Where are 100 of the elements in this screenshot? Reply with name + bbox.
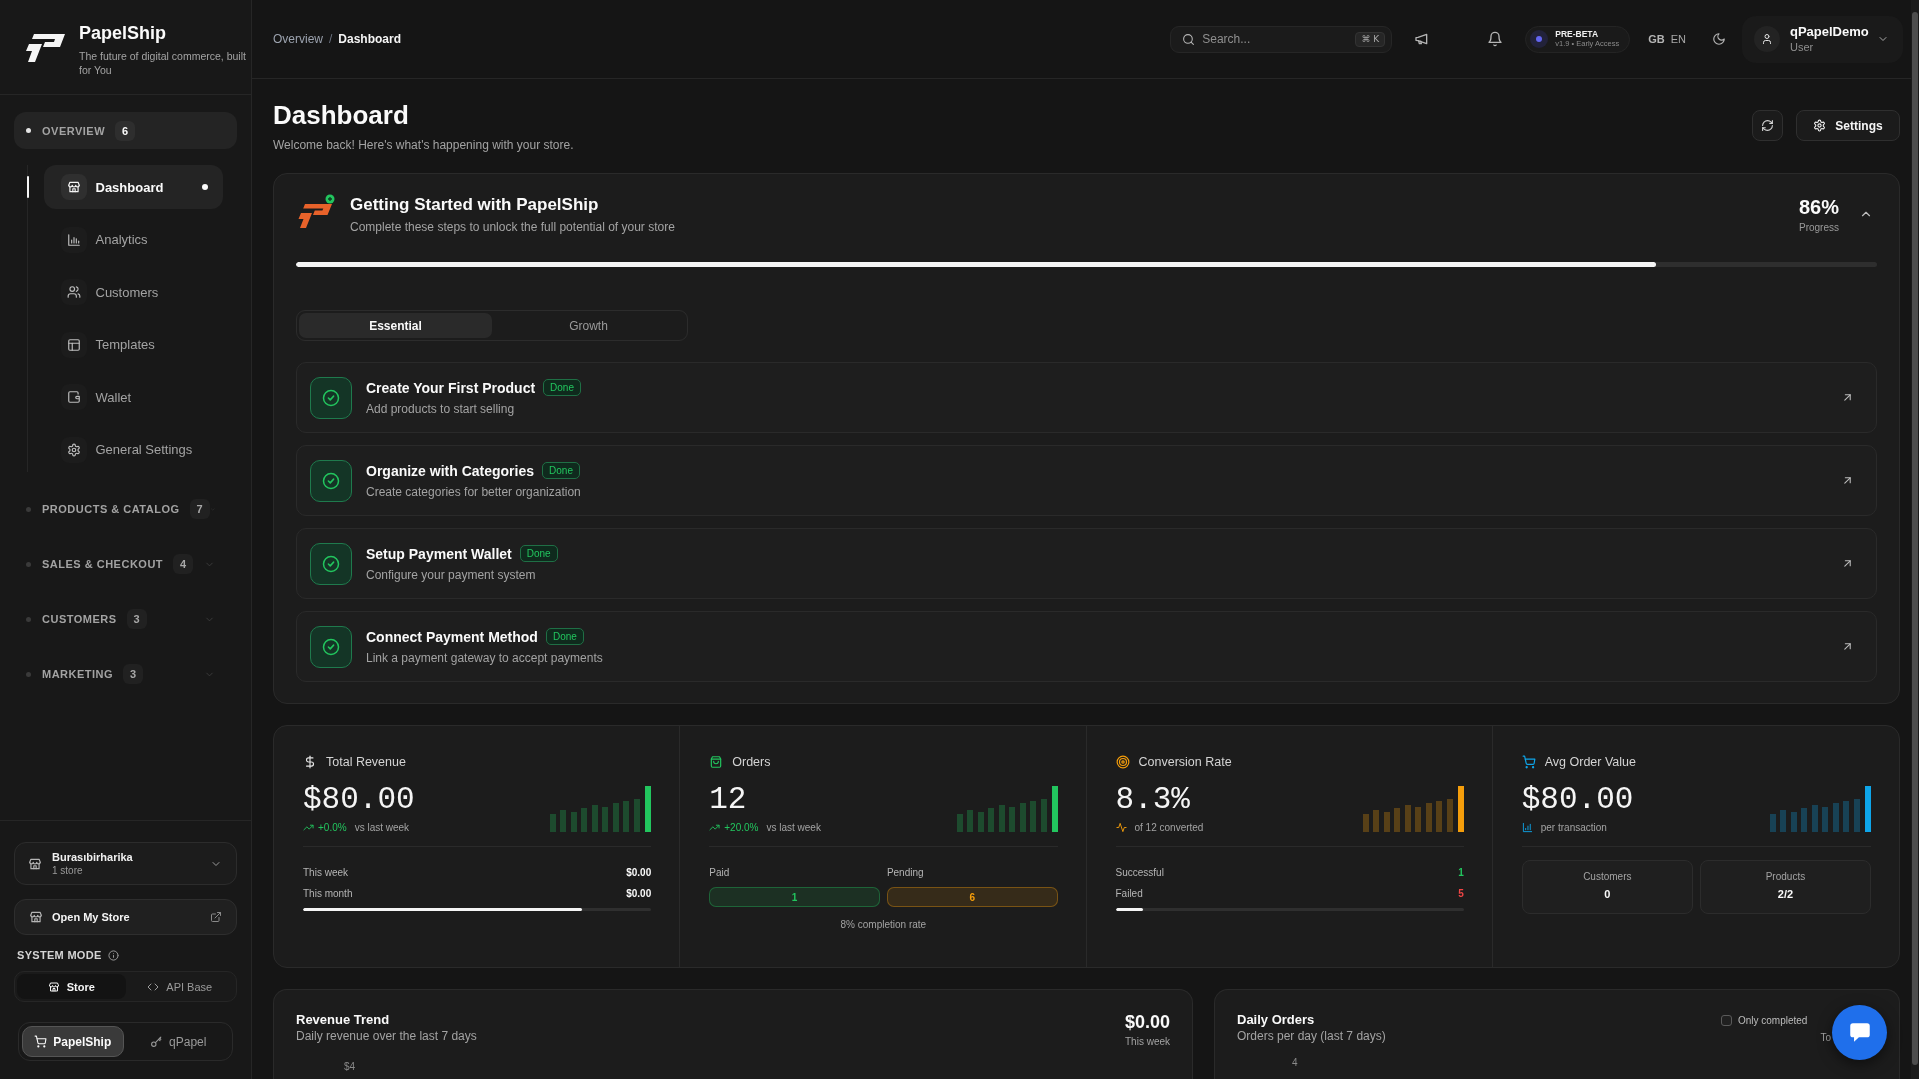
mode-option[interactable]: API Base [125,974,234,999]
task-title: Organize with Categories [366,462,535,479]
breadcrumb-separator: / [329,32,333,46]
task-row[interactable]: Organize with Categories Done Create categories for better organization [296,445,1877,516]
nav-section-header[interactable]: SALES & CHECKOUT 4 [14,545,237,583]
nav-section-header[interactable]: CUSTOMERS 3 [14,600,237,638]
status-dot-icon [1530,30,1549,48]
app-option[interactable]: PapelShip [22,1026,124,1057]
nav-item[interactable]: Customers [43,270,223,314]
note-text: of 12 converted [1134,821,1204,834]
done-badge: Done [545,628,584,645]
row-label: This week [303,866,348,879]
nav-item[interactable]: Dashboard [43,165,223,209]
checkbox[interactable] [1720,1015,1732,1026]
bar-chart-icon [60,226,87,253]
stat-value: 8.3% [1115,783,1191,817]
info-icon[interactable] [107,949,119,961]
task-title: Setup Payment Wallet [366,545,512,562]
breadcrumb-current: Dashboard [338,32,402,46]
dot-icon [26,561,31,567]
arrow-up-right-icon[interactable] [1841,474,1854,487]
open-store-button[interactable]: Open My Store [14,899,237,935]
task-row[interactable]: Create Your First Product Done Add products to start selling [296,362,1877,433]
dot-icon [26,671,31,677]
release-label: PRE-BETA [1555,29,1600,39]
nav-item[interactable]: General Settings [43,427,223,472]
settings-button[interactable]: Settings [1796,110,1900,141]
store-icon [29,910,43,924]
nav-item[interactable]: Analytics [43,217,223,262]
axis-tick-label: $4 [343,1061,357,1072]
dot-icon [26,128,31,133]
stat-title: Conversion Rate [1138,755,1232,769]
activity-icon [1115,822,1127,833]
external-link-icon [210,911,222,923]
row-label: This month [303,887,353,900]
row-value: 5 [1458,887,1464,900]
page-subtitle: Welcome back! Here's what's happening with your store. [273,138,574,152]
breadcrumb-link[interactable]: Overview [273,32,323,46]
tab[interactable]: Essential [299,313,492,338]
store-selector[interactable]: Burasıbirharika 1 store [14,842,237,885]
user-menu[interactable]: qPapelDemo User [1742,15,1903,63]
target-icon [1115,755,1130,769]
done-badge: Done [543,379,581,396]
moon-icon[interactable] [1712,32,1726,46]
active-indicator [26,176,29,198]
task-row[interactable]: Connect Payment Method Done Link a payment gateway to accept payments [296,611,1877,682]
stat-title: Avg Order Value [1544,755,1636,769]
nav-section-header[interactable]: MARKETING 3 [14,655,237,693]
nav-item[interactable]: Templates [43,322,223,367]
logo-icon [24,32,66,64]
stat-title: Total Revenue [326,755,406,769]
arrow-up-right-icon[interactable] [1841,391,1854,404]
bar-chart-icon [1521,822,1533,833]
store-icon [47,980,60,993]
metric-tile: Products 2/2 [1699,860,1871,914]
scrollbar[interactable] [1911,0,1919,1079]
store-icon [60,174,87,200]
checkbox-label[interactable]: Only completed [1737,1015,1808,1026]
key-icon [150,1035,164,1048]
pill-label: Pending [886,866,925,879]
nav-section-header[interactable]: PRODUCTS & CATALOG 7 [14,490,237,528]
bell-icon[interactable] [1487,31,1504,47]
nav-item[interactable]: Wallet [43,375,223,419]
dot-icon [201,184,208,190]
trending-up-icon [303,822,314,833]
brand-tagline: The future of digital commerce, built for You [79,49,247,77]
row-value: 1 [1458,866,1464,879]
tab[interactable]: Growth [492,313,685,338]
card-subtitle: Complete these steps to unlock the full potential of your store [350,219,675,234]
task-title: Create Your First Product [366,379,536,396]
trending-up-icon [709,822,721,833]
task-title: Connect Payment Method [366,628,538,645]
task-description: Create categories for better organization [366,485,581,499]
axis-tick-label: 4 [1291,1057,1299,1068]
refresh-icon [1761,119,1774,132]
settings-icon [1813,119,1827,132]
dollar-icon [303,755,317,769]
count-badge: 3 [123,664,144,684]
arrow-up-right-icon[interactable] [1841,557,1854,570]
row-label: Successful [1115,866,1164,879]
nav-section-header[interactable]: OVERVIEW 6 [14,112,237,149]
footnote: 8% completion rate [839,919,928,930]
stat-value: $80.00 [303,783,415,817]
metric-tile: Customers 0 [1521,860,1693,914]
page-title: Dashboard [273,100,410,130]
chart-subtitle: Orders per day (last 7 days) [1237,1029,1386,1043]
language-button[interactable]: GB EN [1648,33,1686,45]
wallet-icon [60,384,87,410]
task-row[interactable]: Setup Payment Wallet Done Configure your payment system [296,528,1877,599]
user-icon [1754,26,1780,52]
refresh-button[interactable] [1752,110,1783,141]
pill-label: Paid [709,866,731,879]
card-title: Getting Started with PapelShip [350,194,600,215]
chart-total-label: This week [1124,1036,1170,1047]
count-pill: 6 [886,887,1058,907]
count-badge: 3 [126,609,147,629]
task-description: Link a payment gateway to accept payments [366,651,603,665]
arrow-up-right-icon[interactable] [1841,640,1854,653]
mode-option[interactable]: Store [17,974,126,999]
app-option[interactable]: qPapel [127,1026,229,1057]
